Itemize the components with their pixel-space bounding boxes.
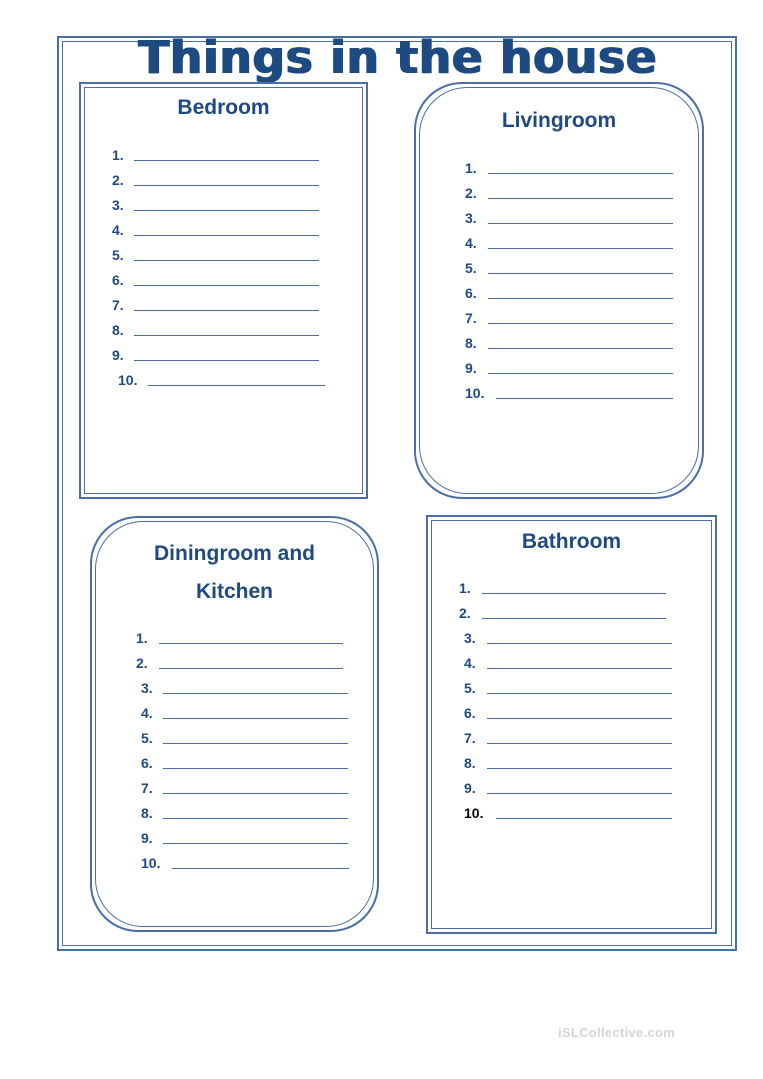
livingroom-item-number: 4.: [465, 235, 477, 251]
bathroom-box: [426, 515, 717, 934]
livingroom-item-number: 8.: [465, 335, 477, 351]
dining-answer-line[interactable]: [163, 818, 348, 819]
livingroom-heading: Livingroom: [501, 109, 617, 132]
bathroom-item-number: 1.: [459, 580, 471, 596]
dining-answer-line[interactable]: [172, 868, 349, 869]
livingroom-item-number: 10.: [465, 385, 485, 401]
bedroom-item-number: 2.: [112, 172, 124, 188]
bedroom-item-number: 9.: [112, 347, 124, 363]
dining-answer-line[interactable]: [163, 743, 348, 744]
livingroom-answer-line[interactable]: [488, 373, 673, 374]
bedroom-answer-line[interactable]: [134, 335, 319, 336]
livingroom-answer-line[interactable]: [488, 273, 673, 274]
bathroom-answer-line[interactable]: [487, 743, 672, 744]
bathroom-answer-line[interactable]: [482, 618, 666, 619]
livingroom-answer-line[interactable]: [488, 223, 673, 224]
bedroom-item-number: 4.: [112, 222, 124, 238]
bathroom-answer-line[interactable]: [487, 668, 672, 669]
bedroom-answer-line[interactable]: [134, 285, 319, 286]
dining-item-number: 2.: [136, 655, 148, 671]
livingroom-item-number: 6.: [465, 285, 477, 301]
bathroom-item-number: 9.: [464, 780, 476, 796]
bathroom-answer-line[interactable]: [487, 718, 672, 719]
livingroom-answer-line[interactable]: [488, 298, 673, 299]
bedroom-answer-line[interactable]: [134, 185, 319, 186]
livingroom-answer-line[interactable]: [488, 323, 673, 324]
dining-item-number: 8.: [141, 805, 153, 821]
dining-kitchen-box: [90, 516, 379, 932]
bathroom-heading: Bathroom: [521, 530, 622, 553]
dining-answer-line[interactable]: [163, 843, 348, 844]
dining-item-number: 6.: [141, 755, 153, 771]
bedroom-answer-line[interactable]: [134, 310, 319, 311]
bedroom-heading: Bedroom: [177, 96, 270, 119]
livingroom-answer-line[interactable]: [488, 348, 673, 349]
dining-answer-line[interactable]: [163, 768, 348, 769]
bedroom-answer-line[interactable]: [134, 260, 319, 261]
bathroom-item-number: 3.: [464, 630, 476, 646]
dining-item-number: 5.: [141, 730, 153, 746]
bedroom-box: [79, 82, 368, 499]
bedroom-answer-line[interactable]: [134, 210, 319, 211]
bathroom-answer-line[interactable]: [487, 693, 672, 694]
livingroom-item-number: 2.: [465, 185, 477, 201]
bedroom-item-number: 1.: [112, 147, 124, 163]
dining-heading-line2: Kitchen: [195, 580, 273, 603]
dining-answer-line[interactable]: [163, 693, 348, 694]
bedroom-item-number: 10.: [118, 372, 138, 388]
bedroom-item-number: 7.: [112, 297, 124, 313]
bathroom-item-number: 2.: [459, 605, 471, 621]
watermark: iSLCollective.com: [558, 1025, 676, 1040]
bathroom-item-number: 10.: [464, 805, 484, 821]
bathroom-item-number: 7.: [464, 730, 476, 746]
page-title: Things in the house: [138, 31, 658, 84]
bathroom-item-number: 4.: [464, 655, 476, 671]
dining-item-number: 4.: [141, 705, 153, 721]
livingroom-box: [414, 82, 704, 499]
bedroom-item-number: 5.: [112, 247, 124, 263]
dining-item-number: 9.: [141, 830, 153, 846]
bedroom-item-number: 8.: [112, 322, 124, 338]
dining-answer-line[interactable]: [159, 643, 343, 644]
livingroom-item-number: 7.: [465, 310, 477, 326]
bathroom-answer-line[interactable]: [487, 768, 672, 769]
dining-heading-line1: Diningroom and: [154, 542, 315, 565]
bathroom-item-number: 8.: [464, 755, 476, 771]
dining-answer-line[interactable]: [163, 718, 348, 719]
bedroom-answer-line[interactable]: [134, 235, 319, 236]
livingroom-answer-line[interactable]: [488, 173, 673, 174]
dining-answer-line[interactable]: [159, 668, 343, 669]
livingroom-answer-line[interactable]: [488, 248, 673, 249]
bedroom-answer-line[interactable]: [148, 385, 325, 386]
bathroom-answer-line[interactable]: [482, 593, 666, 594]
livingroom-answer-line[interactable]: [488, 198, 673, 199]
bedroom-answer-line[interactable]: [134, 160, 319, 161]
bathroom-item-number: 5.: [464, 680, 476, 696]
dining-item-number: 10.: [141, 855, 161, 871]
bedroom-item-number: 6.: [112, 272, 124, 288]
bathroom-answer-line[interactable]: [487, 643, 672, 644]
bathroom-answer-line[interactable]: [496, 818, 672, 819]
bedroom-item-number: 3.: [112, 197, 124, 213]
dining-item-number: 7.: [141, 780, 153, 796]
livingroom-item-number: 5.: [465, 260, 477, 276]
livingroom-item-number: 1.: [465, 160, 477, 176]
dining-answer-line[interactable]: [163, 793, 348, 794]
livingroom-item-number: 9.: [465, 360, 477, 376]
bedroom-answer-line[interactable]: [134, 360, 319, 361]
livingroom-item-number: 3.: [465, 210, 477, 226]
dining-item-number: 1.: [136, 630, 148, 646]
dining-item-number: 3.: [141, 680, 153, 696]
bathroom-answer-line[interactable]: [487, 793, 672, 794]
livingroom-answer-line[interactable]: [496, 398, 673, 399]
bathroom-item-number: 6.: [464, 705, 476, 721]
